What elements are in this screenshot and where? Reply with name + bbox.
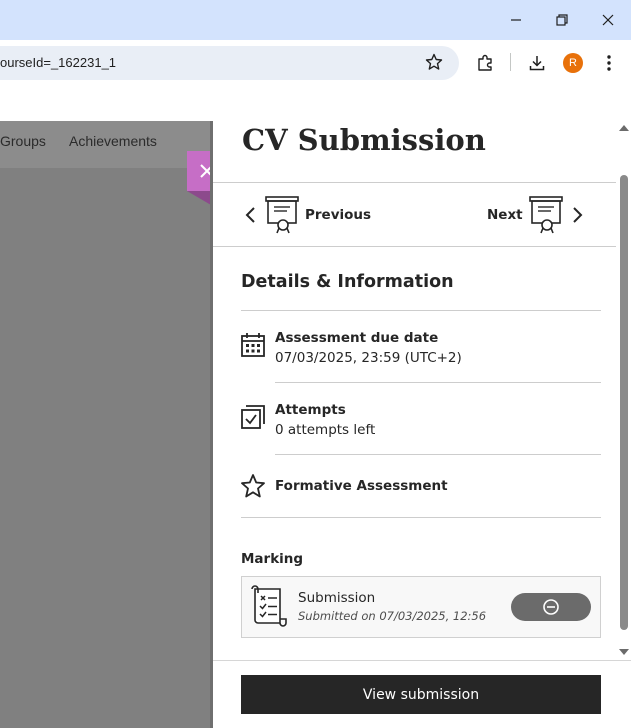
certificate-icon: [528, 196, 563, 234]
submission-title: Submission: [298, 590, 376, 606]
profile-button[interactable]: R: [556, 46, 590, 80]
minus-circle-icon: [543, 599, 559, 615]
divider: [213, 182, 616, 183]
certificate-icon: [265, 196, 299, 234]
section-heading: Details & Information: [241, 272, 454, 292]
restore-button[interactable]: [539, 0, 585, 40]
next-button[interactable]: Next: [487, 195, 585, 235]
divider: [213, 246, 616, 247]
page-dim-overlay: [0, 168, 212, 728]
close-tab-fold: [187, 191, 211, 205]
attempts-title: Attempts: [275, 402, 346, 418]
minimize-button[interactable]: [493, 0, 539, 40]
panel-title: CV Submission: [242, 123, 486, 157]
address-text[interactable]: ourseId=_162231_1: [0, 55, 116, 70]
submission-checklist-icon: [250, 585, 290, 631]
submission-status-button[interactable]: [511, 593, 591, 621]
avatar: R: [563, 53, 583, 73]
download-icon: [529, 56, 545, 71]
nav-link-achievements[interactable]: Achievements: [69, 133, 157, 149]
extensions-button[interactable]: [468, 46, 502, 80]
close-icon: [602, 14, 614, 26]
due-date-value: 07/03/2025, 23:59 (UTC+2): [275, 350, 462, 366]
divider: [241, 310, 601, 311]
marking-label: Marking: [241, 551, 304, 567]
chevron-right-icon: [572, 207, 583, 223]
bookmark-star-icon[interactable]: [425, 53, 443, 75]
previous-button[interactable]: Previous: [243, 195, 371, 235]
toolbar-divider: [510, 53, 511, 71]
browser-toolbar: ourseId=_162231_1 R: [0, 40, 631, 84]
scroll-up-icon[interactable]: [619, 125, 629, 131]
scrollbar-thumb[interactable]: [620, 175, 628, 630]
submission-meta: Submitted on 07/03/2025, 12:56: [298, 609, 487, 623]
more-vertical-icon: [607, 55, 611, 71]
browser-menu-button[interactable]: [592, 46, 626, 80]
divider: [275, 454, 601, 455]
nav-link-groups[interactable]: Groups: [0, 133, 46, 149]
calendar-icon: [240, 332, 266, 362]
address-bar[interactable]: ourseId=_162231_1: [0, 46, 459, 80]
puzzle-icon: [478, 54, 492, 71]
restore-icon: [556, 14, 568, 26]
downloads-button[interactable]: [520, 46, 554, 80]
window-close-button[interactable]: [585, 0, 631, 40]
attempts-icon: [240, 404, 266, 434]
view-submission-button[interactable]: View submission: [241, 675, 601, 714]
previous-label: Previous: [305, 207, 372, 223]
divider: [275, 382, 601, 383]
star-icon: [240, 473, 266, 503]
chevron-left-icon: [245, 207, 255, 223]
due-date-title: Assessment due date: [275, 330, 439, 346]
minimize-icon: [511, 19, 521, 21]
attempts-value: 0 attempts left: [275, 422, 376, 438]
next-label: Next: [487, 207, 523, 223]
scroll-down-icon[interactable]: [619, 649, 629, 655]
divider: [241, 517, 601, 518]
formative-label: Formative Assessment: [275, 478, 448, 494]
browser-titlebar: [0, 0, 631, 40]
